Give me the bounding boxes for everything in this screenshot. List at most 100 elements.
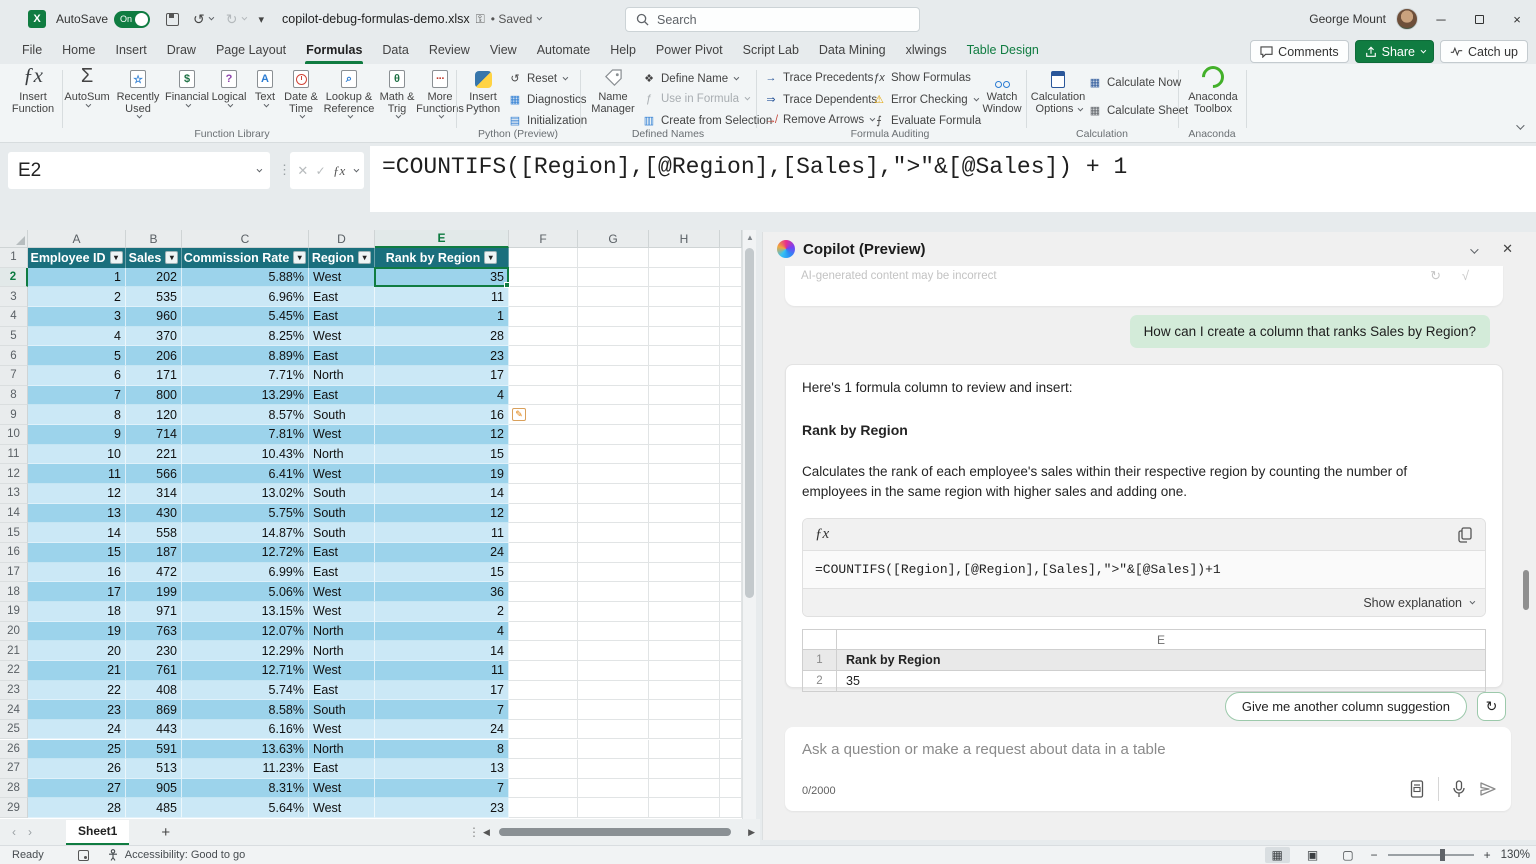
cell-B6[interactable]: 206 (126, 346, 182, 366)
cell-A28[interactable]: 27 (28, 779, 126, 799)
cell-C18[interactable]: 5.06% (182, 582, 309, 602)
cell-C19[interactable]: 13.15% (182, 602, 309, 622)
cell-C6[interactable]: 8.89% (182, 346, 309, 366)
cell-G15[interactable] (578, 523, 649, 543)
cell-H23[interactable] (649, 681, 720, 701)
cell-E6[interactable]: 23 (375, 346, 509, 366)
confirm-entry-icon[interactable]: ✓ (316, 164, 326, 178)
cell-B3[interactable]: 535 (126, 287, 182, 307)
tab-automate[interactable]: Automate (527, 38, 601, 64)
cell-F10[interactable] (509, 425, 578, 445)
account-area[interactable]: George Mount (1309, 8, 1418, 30)
row-header-18[interactable]: 18 (0, 582, 28, 602)
cell-A24[interactable]: 23 (28, 700, 126, 720)
cell-C24[interactable]: 8.58% (182, 700, 309, 720)
cell-H20[interactable] (649, 622, 720, 642)
cell-G28[interactable] (578, 779, 649, 799)
cell-G5[interactable] (578, 327, 649, 347)
cell-E29[interactable]: 23 (375, 798, 509, 818)
cell-H9[interactable] (649, 405, 720, 425)
cell-H1[interactable] (649, 248, 720, 268)
cell-H12[interactable] (649, 464, 720, 484)
cell-A4[interactable]: 3 (28, 307, 126, 327)
tab-script-lab[interactable]: Script Lab (733, 38, 809, 64)
cell-F22[interactable] (509, 661, 578, 681)
cell-B22[interactable]: 761 (126, 661, 182, 681)
cell-E19[interactable]: 2 (375, 602, 509, 622)
cell-G24[interactable] (578, 700, 649, 720)
cell-A6[interactable]: 5 (28, 346, 126, 366)
cell-G23[interactable] (578, 681, 649, 701)
text-button[interactable]: AText (250, 68, 280, 108)
row-header-6[interactable]: 6 (0, 346, 28, 366)
cell-E14[interactable]: 12 (375, 504, 509, 524)
cell-B10[interactable]: 714 (126, 425, 182, 445)
cell-H16[interactable] (649, 543, 720, 563)
cell-G1[interactable] (578, 248, 649, 268)
cell-H25[interactable] (649, 720, 720, 740)
refresh-suggestion-button[interactable]: ↻ (1477, 692, 1506, 721)
normal-view-icon[interactable]: ▦ (1265, 847, 1290, 863)
cell-E27[interactable]: 13 (375, 759, 509, 779)
zoom-in-icon[interactable]: + (1484, 848, 1491, 862)
cell-E13[interactable]: 14 (375, 484, 509, 504)
show-formulas-button[interactable]: ƒxShow Formulas (872, 72, 971, 84)
cell-H24[interactable] (649, 700, 720, 720)
cell-G14[interactable] (578, 504, 649, 524)
cell-B12[interactable]: 566 (126, 464, 182, 484)
cell-E18[interactable]: 36 (375, 582, 509, 602)
cell-A19[interactable]: 18 (28, 602, 126, 622)
cell-C3[interactable]: 6.96% (182, 287, 309, 307)
cell-H6[interactable] (649, 346, 720, 366)
cell-C5[interactable]: 8.25% (182, 327, 309, 347)
tab-table-design[interactable]: Table Design (957, 38, 1049, 64)
error-checking-button[interactable]: ⚠Error Checking (872, 93, 977, 106)
prompt-guide-icon[interactable] (1409, 780, 1425, 798)
cell-G11[interactable] (578, 445, 649, 465)
filter-icon-B[interactable]: ▾ (165, 251, 178, 264)
cell-H11[interactable] (649, 445, 720, 465)
cell-C10[interactable]: 7.81% (182, 425, 309, 445)
cell-E23[interactable]: 17 (375, 681, 509, 701)
cell-A7[interactable]: 6 (28, 366, 126, 386)
cell-A15[interactable]: 14 (28, 523, 126, 543)
tab-power-pivot[interactable]: Power Pivot (646, 38, 733, 64)
define-name-button[interactable]: ❖Define Name (642, 72, 737, 85)
cell-H18[interactable] (649, 582, 720, 602)
cell-C25[interactable]: 6.16% (182, 720, 309, 740)
cell-F16[interactable] (509, 543, 578, 563)
cell-F12[interactable] (509, 464, 578, 484)
tab-view[interactable]: View (480, 38, 527, 64)
cell-C2[interactable]: 5.88% (182, 268, 309, 288)
cell-F6[interactable] (509, 346, 578, 366)
select-all-corner[interactable] (0, 230, 28, 248)
cell-B21[interactable]: 230 (126, 641, 182, 661)
row-header-20[interactable]: 20 (0, 622, 28, 642)
cell-E15[interactable]: 11 (375, 523, 509, 543)
cell-G26[interactable] (578, 740, 649, 760)
cell-G10[interactable] (578, 425, 649, 445)
filter-icon-E[interactable]: ▾ (484, 251, 497, 264)
scroll-right-icon[interactable]: ▶ (748, 827, 755, 838)
cell-D9[interactable]: South (309, 405, 375, 425)
cell-C17[interactable]: 6.99% (182, 563, 309, 583)
cell-B13[interactable]: 314 (126, 484, 182, 504)
cell-B16[interactable]: 187 (126, 543, 182, 563)
copilot-input-box[interactable]: Ask a question or make a request about d… (785, 727, 1511, 811)
comments-button[interactable]: Comments (1250, 40, 1348, 63)
cell-A21[interactable]: 20 (28, 641, 126, 661)
filter-icon-A[interactable]: ▾ (110, 251, 123, 264)
tab-page-layout[interactable]: Page Layout (206, 38, 296, 64)
financial-button[interactable]: $Financial (166, 68, 208, 108)
filter-icon-D[interactable]: ▾ (358, 251, 371, 264)
cell-F29[interactable] (509, 798, 578, 818)
cell-G21[interactable] (578, 641, 649, 661)
cell-F21[interactable] (509, 641, 578, 661)
cell-F4[interactable] (509, 307, 578, 327)
cell-D19[interactable]: West (309, 602, 375, 622)
cell-B11[interactable]: 221 (126, 445, 182, 465)
cell-B17[interactable]: 472 (126, 563, 182, 583)
calculation-options-button[interactable]: Calculation Options (1032, 68, 1084, 115)
cell-A1[interactable]: Employee ID▾ (28, 248, 126, 268)
copy-formula-icon[interactable] (1458, 527, 1473, 543)
